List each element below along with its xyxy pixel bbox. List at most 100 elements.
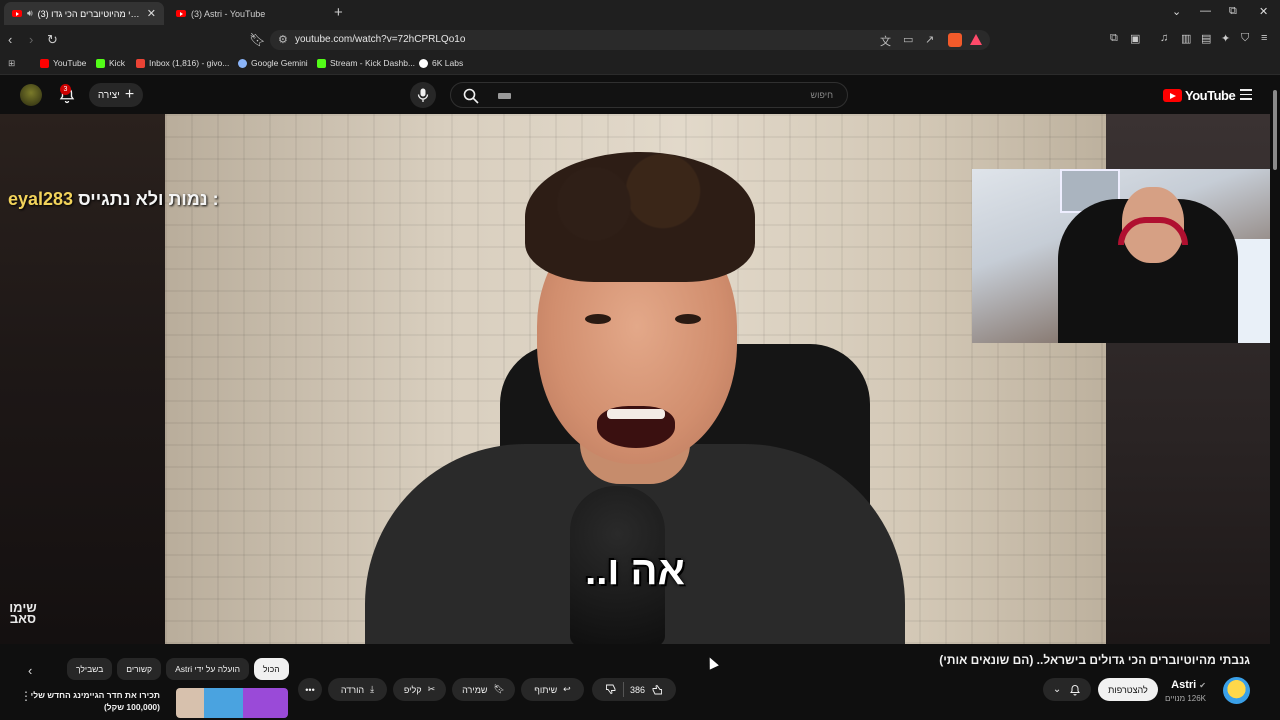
clip-label: קליפ bbox=[403, 684, 422, 695]
tab-search-icon[interactable]: ⌄ bbox=[1172, 5, 1181, 18]
bookmark-youtube[interactable]: YouTube bbox=[40, 58, 86, 68]
chips-prev-icon[interactable]: ‹ bbox=[28, 663, 32, 678]
share-button[interactable]: שיתוף ↩︎ bbox=[521, 678, 584, 701]
wallet-ext-icon[interactable]: ▤ bbox=[1201, 32, 1211, 45]
search-placeholder: חיפוש bbox=[810, 90, 833, 100]
voice-search-button[interactable] bbox=[410, 82, 436, 108]
channel-avatar[interactable] bbox=[1223, 677, 1250, 704]
wallet-icon[interactable]: ▣ bbox=[1130, 32, 1140, 45]
share-page-icon[interactable]: ↗ bbox=[925, 33, 934, 46]
brave-rewards-icon[interactable] bbox=[970, 34, 982, 45]
save-button[interactable]: שמירה 🔖︎ bbox=[452, 678, 515, 701]
tab-active[interactable]: 🔊︎ (3) גנבתי מהיוטיוברים הכי גדו ✕ bbox=[4, 2, 164, 25]
tab-inactive[interactable]: (3) Astri - YouTube bbox=[168, 2, 328, 25]
minimize-icon[interactable]: — bbox=[1200, 5, 1211, 17]
bookmark-label: Kick bbox=[109, 58, 126, 68]
leo-ai-icon[interactable]: ✦ bbox=[1221, 32, 1230, 45]
site-info-icon[interactable]: ⚙︎ bbox=[278, 33, 288, 46]
plus-icon: + bbox=[124, 86, 135, 103]
video-info-bar: גנבתי מהיוטיוברים הכי גדולים בישראל.. (ה… bbox=[0, 644, 1270, 720]
more-actions-button[interactable]: ••• bbox=[298, 678, 322, 701]
notification-settings-button[interactable]: ⌄ bbox=[1043, 678, 1091, 701]
bookmark-icon[interactable]: 🔖︎ bbox=[249, 32, 266, 48]
scrollbar-thumb[interactable] bbox=[1273, 90, 1277, 170]
chat-username: eyal283 bbox=[8, 189, 74, 209]
bell-icon bbox=[1070, 684, 1081, 695]
close-window-icon[interactable]: ✕ bbox=[1259, 5, 1268, 18]
verified-icon: ✔︎ bbox=[1199, 681, 1206, 690]
chip-for-you[interactable]: בשבילך bbox=[67, 658, 113, 680]
create-label: יצירה bbox=[97, 89, 120, 101]
search-input[interactable]: חיפוש bbox=[450, 82, 848, 108]
new-tab-button[interactable]: + bbox=[334, 4, 343, 21]
kick-icon bbox=[317, 58, 326, 68]
back-icon[interactable]: ‹ bbox=[8, 32, 12, 47]
browser-tab-bar: 🔊︎ (3) גנבתי מהיוטיוברים הכי גדו ✕ (3) A… bbox=[0, 0, 1280, 27]
bookmark-gemini[interactable]: Google Gemini bbox=[238, 58, 308, 68]
url-text: youtube.com/watch?v=72hCPRLQo1o bbox=[295, 34, 466, 45]
chip-related[interactable]: קשורים bbox=[117, 658, 162, 680]
save-label: שמירה bbox=[462, 684, 488, 695]
youtube-favicon-icon bbox=[176, 10, 186, 17]
guide-menu-icon[interactable] bbox=[1240, 89, 1252, 103]
extensions-icon[interactable]: ⧉ bbox=[1110, 32, 1118, 45]
recommendation-thumbnail[interactable] bbox=[176, 688, 288, 718]
teeth-shape bbox=[607, 409, 665, 419]
like-button[interactable]: 386 bbox=[630, 684, 663, 696]
address-bar[interactable]: ⚙︎ youtube.com/watch?v=72hCPRLQo1o 文 ▭ ↗ bbox=[270, 30, 990, 50]
recommendation-title[interactable]: תכירו את חדר הגיימינג החדש שלי (100,000 … bbox=[20, 689, 160, 713]
chat-message: נמות ולא נתגייס : bbox=[78, 189, 219, 209]
video-player[interactable]: eyal283 נמות ולא נתגייס : אה ו.. שימו סא… bbox=[0, 114, 1270, 644]
like-dislike-group: 386 bbox=[592, 678, 676, 701]
youtube-logo-text: YouTube bbox=[1185, 88, 1236, 103]
share-icon: ↩︎ bbox=[563, 684, 571, 694]
bookmark-gmail[interactable]: Inbox (1,816) - givo... bbox=[136, 58, 229, 68]
search-icon[interactable] bbox=[463, 88, 479, 104]
like-count: 386 bbox=[629, 684, 646, 695]
more-horizontal-icon: ••• bbox=[305, 684, 315, 695]
brave-shields-icon[interactable] bbox=[948, 33, 962, 47]
tab-close-icon[interactable]: ✕ bbox=[147, 7, 156, 20]
download-button[interactable]: הורדה ⤓ bbox=[328, 678, 387, 701]
vpn-icon[interactable]: ⛉ bbox=[1241, 32, 1249, 45]
speaker-icon[interactable]: 🔊︎ bbox=[27, 8, 33, 19]
bookmark-kick-dashboard[interactable]: Stream - Kick Dashb... bbox=[317, 58, 415, 68]
forward-icon[interactable]: › bbox=[29, 32, 33, 47]
reload-icon[interactable]: ↻ bbox=[47, 32, 58, 48]
subscribe-button[interactable]: להצטרפות bbox=[1098, 678, 1158, 701]
chip-uploaded-by[interactable]: הועלה על ידי Astri bbox=[166, 658, 250, 680]
youtube-icon bbox=[40, 58, 49, 68]
page-scrollbar[interactable] bbox=[1270, 76, 1280, 720]
subscriber-count: 126K מנויים bbox=[1164, 694, 1206, 703]
recommendation-menu-icon[interactable]: ⋮ bbox=[20, 689, 32, 703]
download-label: הורדה bbox=[340, 684, 365, 695]
video-title: גנבתי מהיוטיוברים הכי גדולים בישראל.. (ה… bbox=[939, 653, 1250, 667]
apps-grid-icon[interactable]: ⊞ bbox=[8, 58, 15, 69]
cast-icon[interactable]: ▭ bbox=[903, 33, 913, 46]
channel-watermark: שימו סאב bbox=[9, 600, 37, 626]
bookmark-6klabs[interactable]: 6K Labs bbox=[419, 58, 463, 68]
save-icon: 🔖︎ bbox=[493, 684, 505, 694]
scissors-icon: ✂︎ bbox=[427, 684, 436, 694]
account-avatar[interactable] bbox=[20, 84, 42, 106]
dislike-button[interactable] bbox=[605, 683, 617, 697]
translate-icon[interactable]: 文 bbox=[880, 33, 891, 49]
recommendation-chips: בשבילך קשורים הועלה על ידי Astri הכול bbox=[67, 658, 289, 680]
gemini-icon bbox=[238, 58, 247, 68]
restore-icon[interactable]: ⧉ bbox=[1229, 5, 1237, 18]
channel-name[interactable]: ✔︎ Astri bbox=[1171, 679, 1206, 691]
share-label: שיתוף bbox=[534, 684, 558, 695]
clip-button[interactable]: קליפ ✂︎ bbox=[393, 678, 446, 701]
menu-icon[interactable]: ≡ bbox=[1261, 32, 1267, 44]
create-button[interactable]: יצירה + bbox=[89, 83, 143, 107]
eye-right bbox=[675, 314, 701, 324]
youtube-logo[interactable]: YouTube bbox=[1163, 88, 1236, 103]
eye-left bbox=[585, 314, 611, 324]
music-icon[interactable]: ♫ bbox=[1160, 32, 1168, 44]
youtube-favicon-icon bbox=[12, 10, 22, 17]
chip-all[interactable]: הכול bbox=[254, 658, 289, 680]
sidebar-icon[interactable]: ▥ bbox=[1181, 32, 1191, 45]
bookmark-kick[interactable]: Kick bbox=[96, 58, 125, 68]
keyboard-icon[interactable] bbox=[498, 93, 511, 99]
browser-nav-bar: ‹ › ↻ 🔖︎ ⚙︎ youtube.com/watch?v=72hCPRLQ… bbox=[0, 27, 1280, 53]
